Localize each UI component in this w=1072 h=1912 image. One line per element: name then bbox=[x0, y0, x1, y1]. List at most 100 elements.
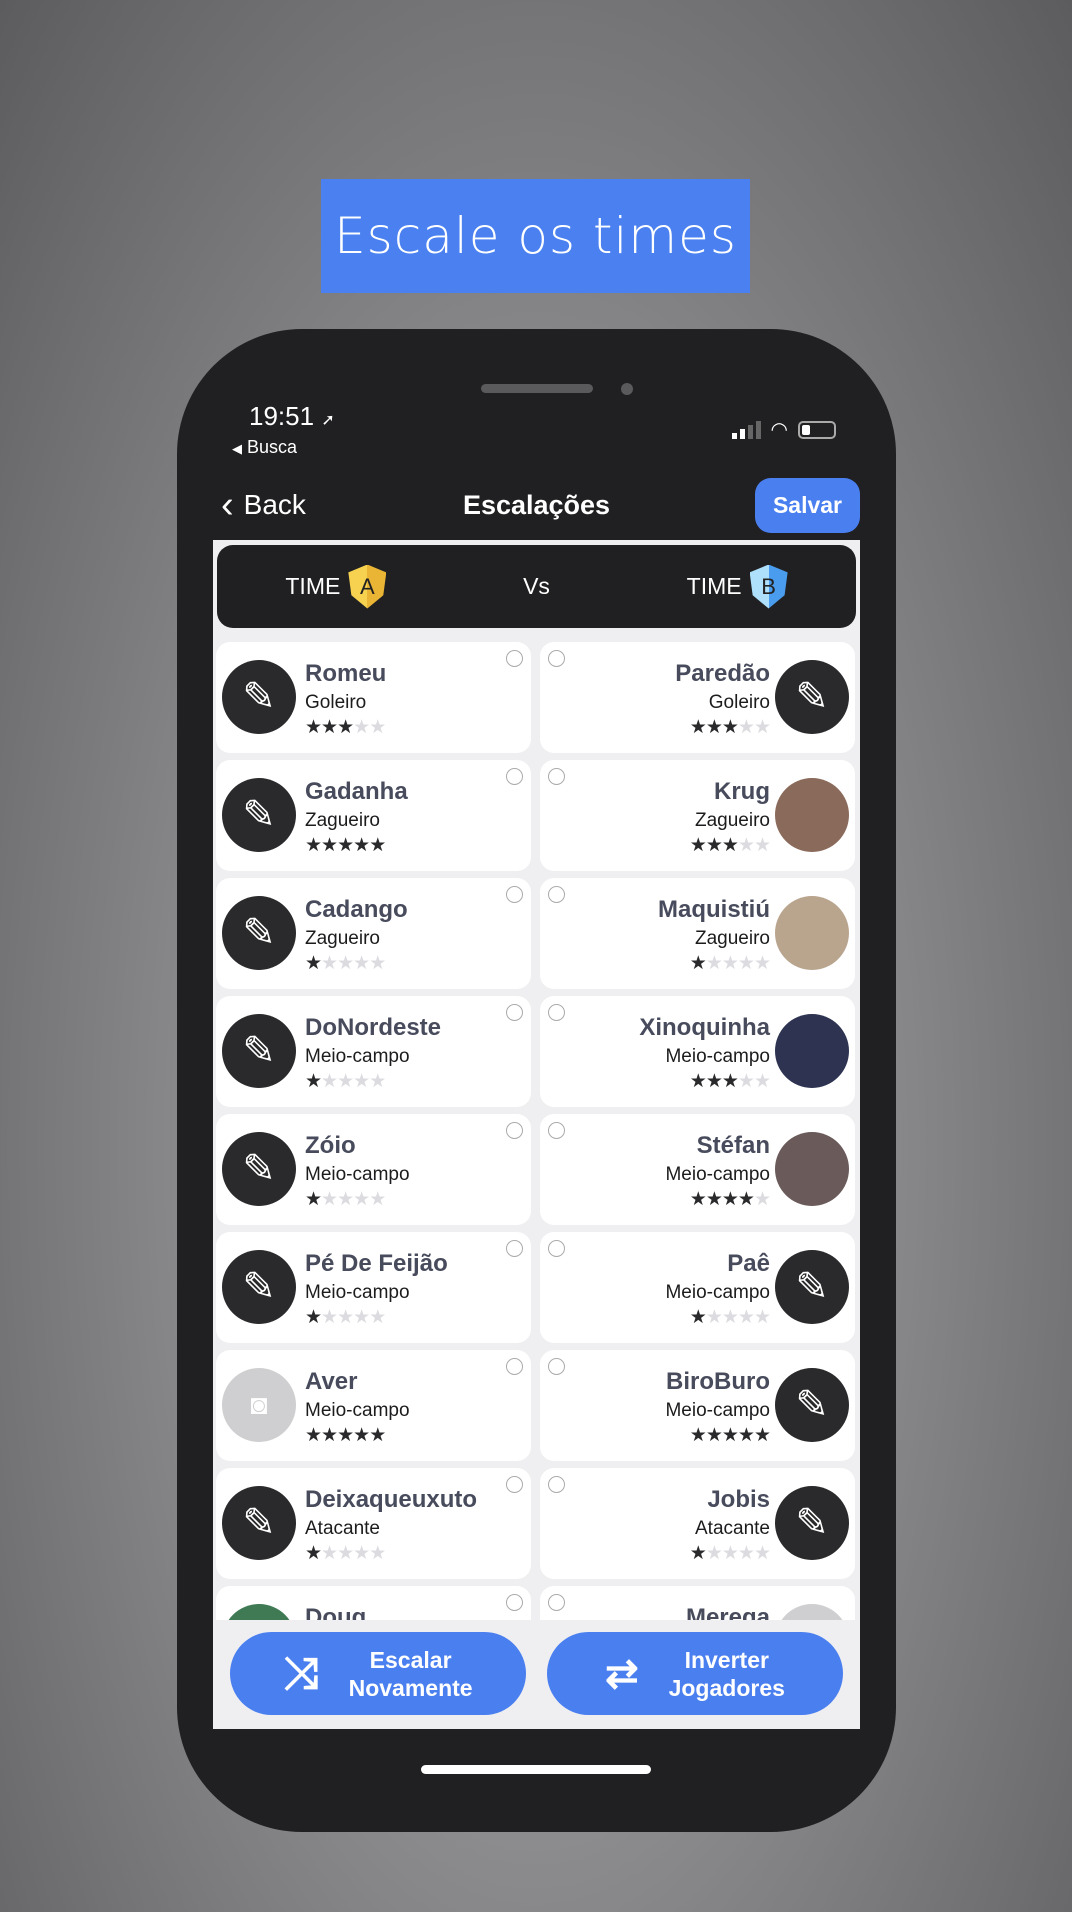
star-icon: ★ bbox=[353, 717, 370, 738]
star-icon: ★ bbox=[369, 835, 386, 856]
star-icon: ★ bbox=[369, 1425, 386, 1446]
back-to-app[interactable]: ◀ Busca bbox=[232, 437, 297, 458]
select-radio[interactable] bbox=[548, 886, 565, 903]
select-radio[interactable] bbox=[548, 1476, 565, 1493]
player-card[interactable]: Krug Zagueiro ★★★★★ bbox=[540, 760, 855, 871]
star-icon: ★ bbox=[689, 1189, 707, 1210]
swap-players-button[interactable]: ⇄ Inverter Jogadores bbox=[547, 1632, 843, 1715]
swap-arrows-icon: ⇄ bbox=[605, 1651, 639, 1696]
player-card[interactable]: ✎ Deixaqueuxuto Atacante ★★★★★ bbox=[216, 1468, 531, 1579]
player-card[interactable]: ✎ Pé De Feijão Meio-campo ★★★★★ bbox=[216, 1232, 531, 1343]
back-triangle-icon: ◀ bbox=[232, 441, 242, 456]
player-name: Deixaqueuxuto bbox=[305, 1486, 478, 1513]
player-info: Maquistiú Zagueiro ★★★★★ bbox=[658, 896, 771, 975]
select-radio[interactable] bbox=[506, 1240, 523, 1257]
star-icon: ★ bbox=[337, 1543, 354, 1564]
time-text: 19:51 bbox=[249, 401, 315, 431]
star-icon: ★ bbox=[353, 1071, 370, 1092]
player-rating: ★★★★★ bbox=[690, 1542, 771, 1565]
select-radio[interactable] bbox=[506, 650, 523, 667]
star-icon: ★ bbox=[305, 953, 322, 974]
star-icon: ★ bbox=[705, 1425, 723, 1446]
player-rating: ★★★★★ bbox=[305, 716, 386, 739]
player-card[interactable]: ✎ Cadango Zagueiro ★★★★★ bbox=[216, 878, 531, 989]
player-info: Zóio Meio-campo ★★★★★ bbox=[305, 1132, 410, 1211]
player-card[interactable]: ✎ Zóio Meio-campo ★★★★★ bbox=[216, 1114, 531, 1225]
player-name: Xinoquinha bbox=[639, 1014, 770, 1041]
select-radio[interactable] bbox=[506, 1476, 523, 1493]
avatar-placeholder-icon: ✎ bbox=[775, 1368, 849, 1442]
player-position: Zagueiro bbox=[695, 810, 770, 831]
avatar-placeholder-icon: ✎ bbox=[222, 1132, 296, 1206]
player-card[interactable]: Maquistiú Zagueiro ★★★★★ bbox=[540, 878, 855, 989]
star-icon: ★ bbox=[353, 953, 370, 974]
player-position: Goleiro bbox=[305, 692, 367, 713]
select-radio[interactable] bbox=[548, 1358, 565, 1375]
select-radio[interactable] bbox=[506, 1594, 523, 1611]
player-rating: ★★★★★ bbox=[665, 1424, 771, 1447]
player-rating: ★★★★★ bbox=[639, 1070, 771, 1093]
player-card[interactable]: ✎ DoNordeste Meio-campo ★★★★★ bbox=[216, 996, 531, 1107]
select-radio[interactable] bbox=[548, 1004, 565, 1021]
star-icon: ★ bbox=[705, 1189, 723, 1210]
star-icon: ★ bbox=[305, 1543, 322, 1564]
location-icon: ➚ bbox=[321, 412, 335, 429]
player-info: Cadango Zagueiro ★★★★★ bbox=[305, 896, 408, 975]
player-card[interactable]: Stéfan Meio-campo ★★★★★ bbox=[540, 1114, 855, 1225]
player-card[interactable]: ✎ Romeu Goleiro ★★★★★ bbox=[216, 642, 531, 753]
player-card[interactable]: ◙ Aver Meio-campo ★★★★★ bbox=[216, 1350, 531, 1461]
star-icon: ★ bbox=[721, 1543, 739, 1564]
star-icon: ★ bbox=[753, 1425, 771, 1446]
select-radio[interactable] bbox=[506, 886, 523, 903]
player-info: Paê Meio-campo ★★★★★ bbox=[665, 1250, 771, 1329]
select-radio[interactable] bbox=[506, 1358, 523, 1375]
back-button[interactable]: ‹ Back bbox=[213, 484, 306, 527]
select-radio[interactable] bbox=[548, 1594, 565, 1611]
star-icon: ★ bbox=[369, 1189, 386, 1210]
player-position: Meio-campo bbox=[665, 1282, 770, 1303]
player-info: Deixaqueuxuto Atacante ★★★★★ bbox=[305, 1486, 477, 1565]
player-card[interactable]: Xinoquinha Meio-campo ★★★★★ bbox=[540, 996, 855, 1107]
select-radio[interactable] bbox=[506, 1122, 523, 1139]
select-radio[interactable] bbox=[548, 1122, 565, 1139]
star-icon: ★ bbox=[321, 953, 338, 974]
player-position: Goleiro bbox=[708, 692, 770, 713]
star-icon: ★ bbox=[721, 717, 739, 738]
star-icon: ★ bbox=[353, 1189, 370, 1210]
star-icon: ★ bbox=[737, 1307, 755, 1328]
star-icon: ★ bbox=[337, 835, 354, 856]
player-rating: ★★★★★ bbox=[690, 834, 771, 857]
player-rating: ★★★★★ bbox=[305, 1188, 410, 1211]
player-info: Krug Zagueiro ★★★★★ bbox=[690, 778, 771, 857]
star-icon: ★ bbox=[369, 1543, 386, 1564]
star-icon: ★ bbox=[721, 1425, 739, 1446]
star-icon: ★ bbox=[705, 1543, 723, 1564]
save-button[interactable]: Salvar bbox=[754, 477, 860, 533]
player-rating: ★★★★★ bbox=[665, 1306, 771, 1329]
home-indicator[interactable] bbox=[421, 1765, 651, 1774]
star-icon: ★ bbox=[689, 953, 707, 974]
player-name: Paredão bbox=[675, 660, 770, 687]
player-position: Meio-campo bbox=[665, 1164, 770, 1185]
reshuffle-label: Escalar Novamente bbox=[348, 1646, 473, 1701]
player-name: Cadango bbox=[305, 896, 408, 923]
player-card[interactable]: ✎ Gadanha Zagueiro ★★★★★ bbox=[216, 760, 531, 871]
player-info: Jobis Atacante ★★★★★ bbox=[690, 1486, 771, 1565]
player-card[interactable]: ✎ BiroBuro Meio-campo ★★★★★ bbox=[540, 1350, 855, 1461]
star-icon: ★ bbox=[305, 1189, 322, 1210]
player-card[interactable]: ✎ Paredão Goleiro ★★★★★ bbox=[540, 642, 855, 753]
reshuffle-button[interactable]: ⤨ Escalar Novamente bbox=[230, 1632, 526, 1715]
speaker bbox=[481, 384, 593, 393]
select-radio[interactable] bbox=[548, 1240, 565, 1257]
player-card[interactable]: ✎ Paê Meio-campo ★★★★★ bbox=[540, 1232, 855, 1343]
select-radio[interactable] bbox=[548, 768, 565, 785]
bottom-actions: ⤨ Escalar Novamente ⇄ Inverter Jogadores bbox=[213, 1620, 860, 1729]
select-radio[interactable] bbox=[506, 1004, 523, 1021]
select-radio[interactable] bbox=[506, 768, 523, 785]
star-icon: ★ bbox=[337, 1071, 354, 1092]
phone-frame: 19:51 ➚ ◀ Busca ◠ ‹ Back Escalações Salva… bbox=[177, 329, 896, 1832]
player-info: Stéfan Meio-campo ★★★★★ bbox=[665, 1132, 771, 1211]
star-icon: ★ bbox=[737, 717, 755, 738]
player-card[interactable]: ✎ Jobis Atacante ★★★★★ bbox=[540, 1468, 855, 1579]
select-radio[interactable] bbox=[548, 650, 565, 667]
